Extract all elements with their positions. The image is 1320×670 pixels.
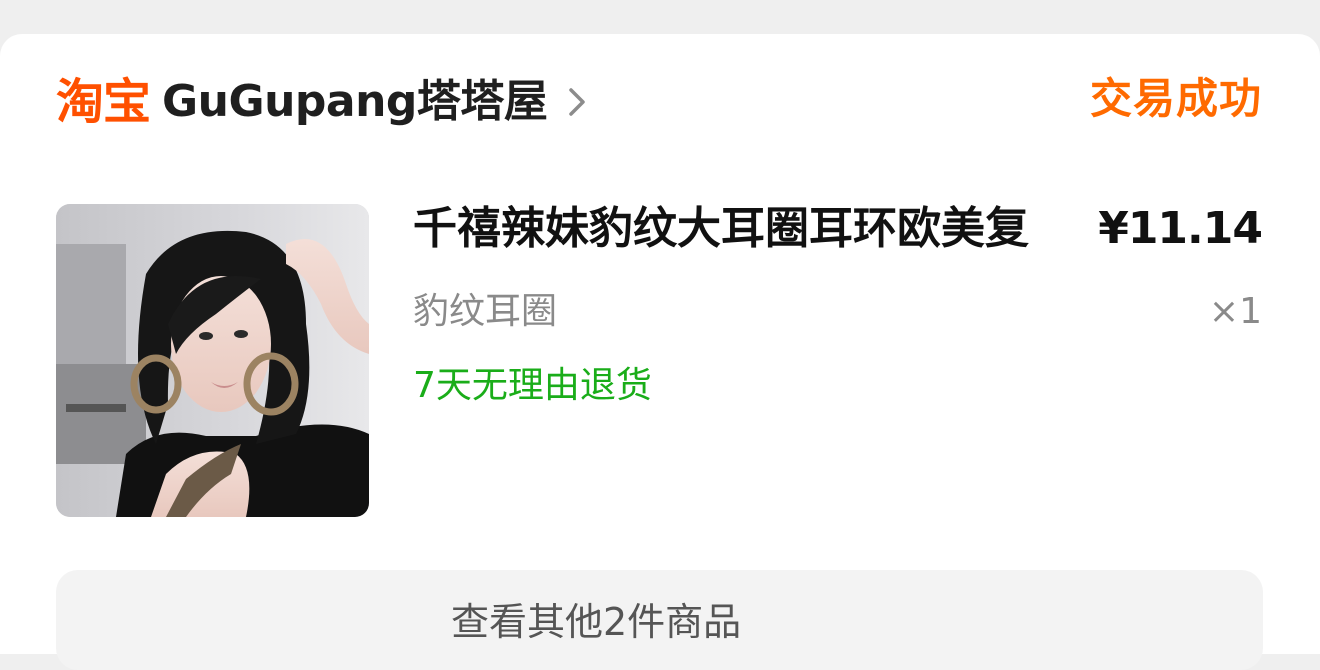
taobao-logo: 淘宝 <box>56 74 151 130</box>
return-policy-tag: 7天无理由退货 <box>413 365 652 406</box>
product-price: ¥11.14 <box>1098 203 1263 254</box>
chevron-right-icon[interactable] <box>565 82 589 122</box>
order-status: 交易成功 <box>1089 74 1262 123</box>
product-title[interactable]: 千禧辣妹豹纹大耳圈耳环欧美复 <box>413 203 1093 255</box>
view-more-items-label: 查看其他2件商品 <box>451 600 742 644</box>
shop-name[interactable]: GuGupang塔塔屋 <box>162 80 548 124</box>
product-spec: 豹纹耳圈 <box>413 291 558 332</box>
product-thumbnail[interactable] <box>56 204 369 517</box>
product-quantity: ×1 <box>1208 291 1262 332</box>
view-more-items-button[interactable]: 查看其他2件商品 <box>56 570 1263 670</box>
shop-header[interactable]: 淘宝 GuGupang塔塔屋 <box>56 72 589 132</box>
